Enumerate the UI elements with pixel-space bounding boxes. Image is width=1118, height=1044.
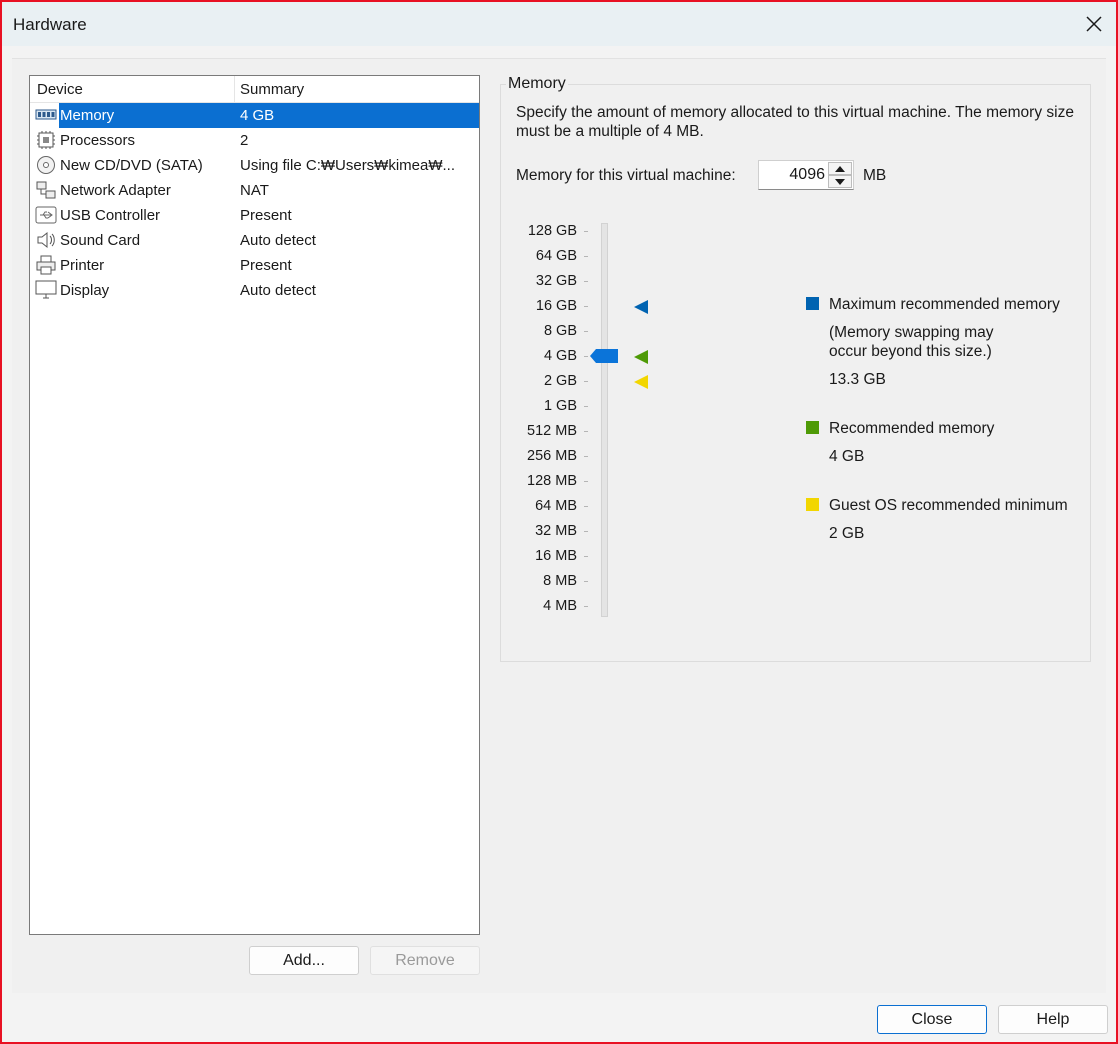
device-row-memory[interactable]: Memory 4 GB [30,103,479,128]
device-name: Network Adapter [60,182,171,199]
slider-tick-label: 64 GB [535,248,577,264]
device-name: USB Controller [60,207,161,224]
device-summary: Auto detect [240,282,316,299]
guest-min-label: Guest OS recommended minimum [829,497,1068,514]
device-summary: Auto detect [240,232,316,249]
add-device-button[interactable]: Add... [249,946,359,975]
recommended-label: Recommended memory [829,420,995,437]
window-title: Hardware [13,15,87,34]
recommended-value: 4 GB [829,448,865,465]
memory-group-title: Memory [506,75,568,93]
help-button[interactable]: Help [998,1005,1108,1034]
slider-tick-label: 8 MB [543,573,577,589]
slider-tick-label: 512 MB [527,423,577,439]
device-name: New CD/DVD (SATA) [60,157,203,174]
memory-description: Specify the amount of memory allocated t… [516,104,1074,140]
device-row-new-cd-dvd-sata[interactable]: New CD/DVD (SATA) Using file C:₩Users₩kim… [30,153,479,178]
recommended-swatch [806,421,819,434]
slider-thumb[interactable] [590,349,620,365]
memory-input[interactable]: 4096 [789,166,825,184]
guest-min-swatch [806,498,819,511]
recommended-marker [634,350,648,364]
device-row-display[interactable]: Display Auto detect [30,278,479,303]
slider-tick-label: 256 MB [527,448,577,464]
device-row-usb-controller[interactable]: USB Controller Present [30,203,479,228]
device-summary: Present [240,207,292,224]
slider-tick-label: 128 GB [527,223,577,239]
device-list-header: Device Summary [30,76,479,103]
device-summary: NAT [240,182,269,199]
device-row-processors[interactable]: Processors 2 [30,128,479,153]
memory-field-label: Memory for this virtual machine: [516,167,736,184]
slider-tick-label: 16 MB [535,548,577,564]
device-name: Printer [60,257,105,274]
max-recommended-value: 13.3 GB [829,371,886,388]
slider-tick-label: 16 GB [535,298,577,314]
speaker-icon [35,230,57,250]
network-adapter-icon [35,180,57,200]
close-button[interactable]: Close [877,1005,987,1034]
slider-tick-label: 4 GB [543,348,577,364]
usb-icon [35,205,57,225]
close-icon [1086,16,1102,32]
slider-tick-label: 128 MB [527,473,577,489]
slider-tick-label: 8 GB [543,323,577,339]
close-window-button[interactable] [1080,10,1108,38]
slider-track[interactable] [601,223,608,617]
device-name: Processors [60,132,136,149]
max-recommended-swatch [806,297,819,310]
device-list[interactable]: Device Summary Memory 4 GB Processors 2 New … [29,75,480,935]
device-name: Memory [60,107,115,124]
caret-down-icon [835,178,845,185]
processor-icon [35,130,57,150]
cd-dvd-icon [35,155,57,175]
slider-tick-label: 2 GB [543,373,577,389]
column-header-summary[interactable]: Summary [240,81,304,98]
device-summary: 2 [240,132,249,149]
max-recommended-label: Maximum recommended memory [829,296,1060,313]
device-row-printer[interactable]: Printer Present [30,253,479,278]
slider-tick-label: 32 MB [535,523,577,539]
max-recommended-marker [634,300,648,314]
device-summary: Present [240,257,292,274]
printer-icon [35,255,57,275]
device-name: Sound Card [60,232,141,249]
device-row-network-adapter[interactable]: Network Adapter NAT [30,178,479,203]
slider-tick-label: 64 MB [535,498,577,514]
slider-tick-label: 4 MB [543,598,577,614]
column-header-device[interactable]: Device [37,81,83,98]
slider-tick-label: 32 GB [535,273,577,289]
memory-icon [35,105,57,125]
device-summary: 4 GB [240,107,275,124]
remove-device-button[interactable]: Remove [370,946,480,975]
display-icon [35,280,57,300]
memory-spinbox[interactable]: 4096 [758,160,854,190]
hardware-dialog: Hardware Device Summary Memory 4 GB Proces… [0,0,1118,1044]
slider-tick-label: 1 GB [543,398,577,414]
title-bar: Hardware [2,2,1116,46]
memory-decrement-button[interactable] [828,175,852,188]
guest-min-value: 2 GB [829,525,865,542]
device-summary: Using file C:₩Users₩kimea₩... [240,157,456,174]
guest-min-marker [634,375,648,389]
memory-increment-button[interactable] [828,162,852,175]
device-row-sound-card[interactable]: Sound Card Auto detect [30,228,479,253]
max-recommended-note: (Memory swapping may occur beyond this s… [829,324,994,360]
device-name: Display [60,282,110,299]
caret-up-icon [835,165,845,172]
memory-unit: MB [863,167,887,184]
